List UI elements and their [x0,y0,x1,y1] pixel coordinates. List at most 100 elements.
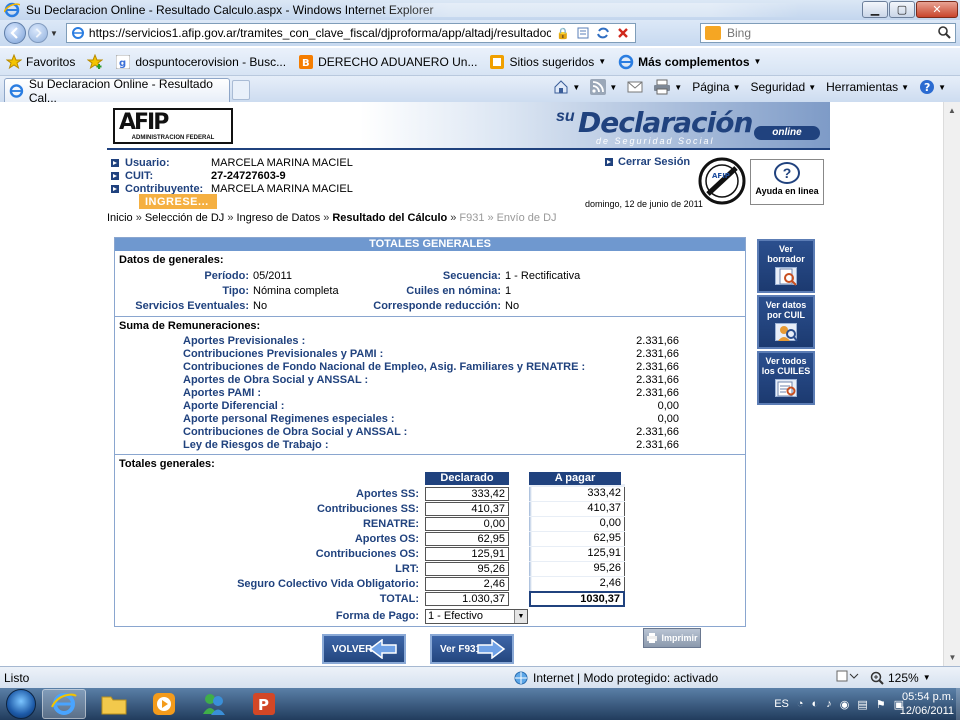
lock-icon[interactable]: 🔒 [555,25,571,41]
menu-seguridad[interactable]: Seguridad ▼ [750,80,816,94]
apagar-field: 0,00 [529,517,625,531]
volume-icon[interactable]: ♪ [826,698,832,710]
volver-button[interactable]: VOLVER [322,634,406,664]
new-tab-button[interactable] [232,80,250,100]
protected-mode-icon[interactable] [836,669,862,686]
recent-pages-dropdown[interactable]: ▼ [50,29,58,38]
rem-row: Aporte personal Regimenes especiales :0,… [183,413,679,425]
arrow-left-icon [368,639,397,659]
document-magnifier-icon [775,267,797,286]
person-magnifier-icon [775,323,798,342]
declarado-field[interactable]: 125,91 [425,547,509,561]
rem-row: Aportes Previsionales :2.331,66 [183,335,679,347]
security-zone[interactable]: Internet | Modo protegido: activado [514,671,718,685]
svg-text:AFIP: AFIP [712,172,730,180]
rem-row: Contribuciones de Fondo Nacional de Empl… [183,361,679,373]
refresh-icon[interactable] [595,25,611,41]
zoom-control[interactable]: 125% ▼ [870,671,931,685]
breadcrumb-seleccion[interactable]: Selección de DJ [145,212,225,224]
apagar-field: 333,42 [529,487,625,501]
search-input[interactable] [727,26,927,40]
taskbar-powerpoint-icon[interactable]: P [242,689,286,719]
start-button[interactable] [6,689,36,719]
fav-link-dospuntocero[interactable]: g dospuntocerovision - Busc... [109,54,292,70]
vertical-scrollbar[interactable]: ▲ ▼ [943,102,960,666]
taskbar-messenger-icon[interactable] [192,689,236,719]
svg-text:P: P [258,696,269,714]
search-box[interactable] [700,23,956,43]
language-indicator[interactable]: ES [774,698,789,710]
fav-link-derecho-aduanero[interactable]: B DERECHO ADUANERO Un... [292,54,483,70]
forward-button[interactable] [28,23,48,43]
breadcrumb-ingreso[interactable]: Ingreso de Datos [236,212,320,224]
search-icon[interactable] [937,25,951,42]
add-favorites-button[interactable] [81,53,109,70]
url-field[interactable]: https://servicios1.afip.gov.ar/tramites_… [65,23,636,43]
bullet-arrow-icon [111,158,119,167]
declarado-field[interactable]: 62,95 [425,532,509,546]
tray-icon[interactable]: ◔ [797,698,804,710]
home-button[interactable]: ▼ [553,79,580,95]
declarado-field[interactable]: 333,42 [425,487,509,501]
scroll-up-icon[interactable]: ▲ [944,102,960,119]
svg-text:g: g [119,58,126,69]
close-window-button[interactable]: ✕ [916,1,958,18]
fav-sitios-sugeridos[interactable]: Sitios sugeridos ▼ [483,54,612,70]
clock[interactable]: 05:54 p.m. 12/06/2011 [900,690,954,718]
minimize-button[interactable]: ▁ [862,1,888,18]
breadcrumb-inicio[interactable]: Inicio [107,212,133,224]
usuario-row: Usuario: MARCELA MARINA MACIEL [111,156,353,169]
imprimir-button[interactable]: Imprimir [643,628,701,648]
maximize-button[interactable]: ▢ [889,1,915,18]
stop-icon[interactable] [615,25,631,41]
taskbar-explorer-icon[interactable] [92,689,136,719]
list-magnifier-icon [775,379,797,397]
fav-mas-complementos[interactable]: Más complementos ▼ [612,54,767,70]
apagar-field: 2,46 [529,577,625,591]
favorites-button[interactable]: Favoritos [0,53,81,70]
forma-pago-select[interactable]: 1 - Efectivo ▼ [425,609,528,624]
tab-su-declaracion[interactable]: Su Declaracion Online - Resultado Cal... [4,77,230,105]
ver-datos-por-cuil-button[interactable]: Ver datos por CUIL [757,295,815,349]
totales-label: Contribuciones SS: [316,503,419,515]
cuiles-value: 1 [505,285,512,297]
cerrar-sesion-link[interactable]: Cerrar Sesión [605,156,690,168]
tray-icon[interactable]: ◉ [840,698,850,711]
taskbar-ie-icon[interactable] [42,689,86,719]
declarado-field[interactable]: 410,37 [425,502,509,516]
help-button[interactable]: ? ▼ [919,79,946,95]
ayuda-en-linea-button[interactable]: ? Ayuda en linea [750,159,824,205]
panel-title: TOTALES GENERALES [115,238,745,251]
mail-icon [627,81,643,93]
status-text: Listo [4,670,30,685]
declarado-field[interactable]: 2,46 [425,577,509,591]
compat-view-icon[interactable] [575,25,591,41]
totales-label: Contribuciones OS: [315,548,419,560]
window-titlebar: Su Declaracion Online - Resultado Calcul… [0,0,960,20]
menu-pagina[interactable]: Página ▼ [692,80,740,94]
tray-icon[interactable]: ◐ [812,698,819,710]
clock-date: 12/06/2011 [899,705,954,717]
ver-f931-button[interactable]: Ver F931 [430,634,514,664]
chevron-down-icon: ▼ [808,82,817,92]
afip-logo[interactable]: AFIP ADMINISTRACION FEDERAL [113,108,233,144]
ver-todos-los-cuiles-button[interactable]: Ver todos los CUILES [757,351,815,405]
declarado-field[interactable]: 95,26 [425,562,509,576]
google-icon: g [115,54,131,70]
flag-icon[interactable]: ⚑ [876,698,886,711]
ingrese-button[interactable]: INGRESE... [139,194,217,209]
reduccion-value: No [505,300,520,312]
back-button[interactable] [4,22,26,44]
menu-herramientas[interactable]: Herramientas ▼ [826,80,909,94]
print-button[interactable]: ▼ [653,79,682,95]
declarado-field[interactable]: 0,00 [425,517,509,531]
svg-text:?: ? [924,81,930,94]
feeds-button[interactable]: ▼ [590,79,617,95]
show-desktop-button[interactable] [956,688,960,720]
read-mail-button[interactable] [627,80,643,94]
globe-icon [514,671,528,684]
ver-borrador-button[interactable]: Ver borrador [757,239,815,293]
taskbar-media-player-icon[interactable] [142,689,186,719]
network-icon[interactable]: ▤ [857,698,867,711]
scroll-down-icon[interactable]: ▼ [944,649,960,666]
